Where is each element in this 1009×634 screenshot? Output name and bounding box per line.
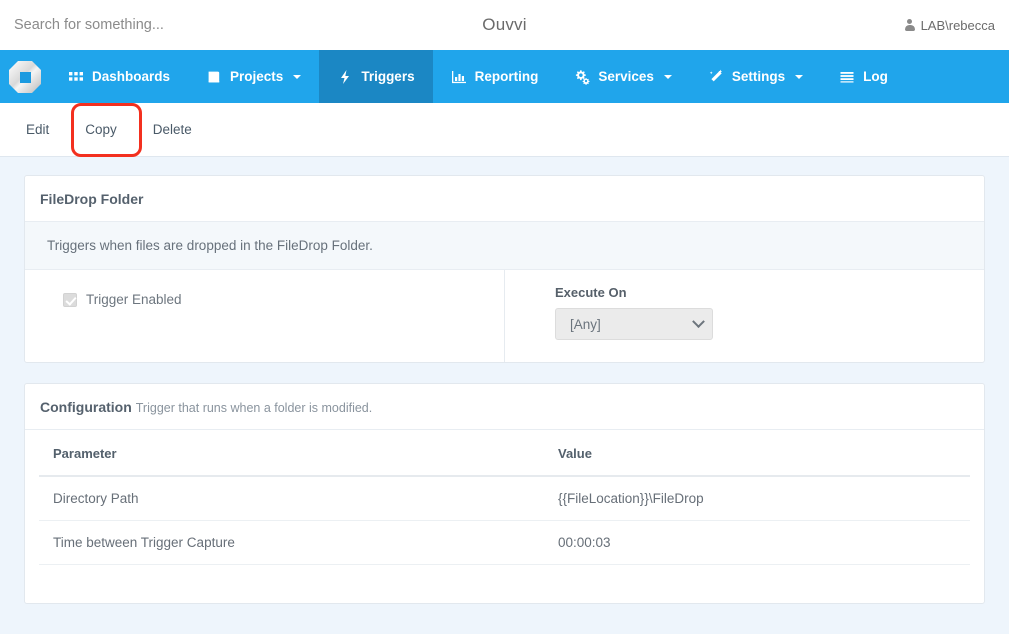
configuration-panel: Configuration Trigger that runs when a fo…	[24, 383, 985, 604]
nav-label-log: Log	[863, 69, 888, 84]
param-name-directory-path: Directory Path	[39, 476, 544, 521]
nav-label-settings: Settings	[731, 69, 786, 84]
user-menu[interactable]: LAB\rebecca	[904, 17, 995, 33]
param-value-directory-path: {{FileLocation}}\FileDrop	[544, 476, 970, 521]
edit-button[interactable]: Edit	[8, 103, 67, 157]
table-bottom-spacer	[25, 565, 984, 603]
trigger-panel-title: FileDrop Folder	[25, 176, 984, 222]
nav-label-reporting: Reporting	[474, 69, 539, 84]
execute-on-select[interactable]: [Any]	[555, 308, 713, 340]
user-name: LAB\rebecca	[920, 17, 995, 33]
lightning-bolt-icon	[337, 69, 353, 85]
param-value-time-between-trigger-capture: 00:00:03	[544, 520, 970, 565]
trigger-panel-body: Trigger Enabled Execute On [Any]	[25, 270, 984, 362]
trigger-panel-description: Triggers when files are dropped in the F…	[25, 222, 984, 270]
parameters-table-body: Directory Path {{FileLocation}}\FileDrop…	[39, 476, 970, 565]
trigger-enabled-column: Trigger Enabled	[25, 270, 505, 362]
action-bar: Edit Copy Delete	[0, 103, 1009, 157]
chevron-down-icon	[293, 74, 302, 79]
list-lines-icon	[839, 69, 855, 85]
table-header-row: Parameter Value	[39, 430, 970, 477]
chevron-down-icon	[663, 74, 672, 79]
page-content: FileDrop Folder Triggers when files are …	[0, 157, 1009, 604]
parameters-table-head: Parameter Value	[39, 430, 970, 477]
column-header-parameter: Parameter	[39, 430, 544, 477]
book-icon	[206, 69, 222, 85]
nav-label-dashboards: Dashboards	[92, 69, 171, 84]
configuration-title-text: Configuration	[40, 399, 132, 415]
main-navigation: Dashboards Projects Triggers Reporting S…	[0, 50, 1009, 103]
delete-button[interactable]: Delete	[135, 103, 210, 157]
configuration-panel-body: Parameter Value Directory Path {{FileLoc…	[25, 430, 984, 603]
gears-icon	[574, 69, 590, 85]
trigger-form-row: Trigger Enabled Execute On [Any]	[25, 270, 984, 362]
execute-on-label: Execute On	[555, 285, 627, 300]
nav-item-settings[interactable]: Settings	[690, 50, 821, 103]
trigger-enabled-label: Trigger Enabled	[86, 292, 182, 307]
configuration-subtitle: Trigger that runs when a folder is modif…	[135, 401, 373, 415]
top-bar: Ouvvi LAB\rebecca	[0, 0, 1009, 50]
user-icon	[904, 18, 915, 32]
bar-chart-icon	[451, 69, 467, 85]
nav-item-reporting[interactable]: Reporting	[433, 50, 557, 103]
trigger-panel: FileDrop Folder Triggers when files are …	[24, 175, 985, 363]
logo-container[interactable]	[0, 50, 50, 103]
nav-item-projects[interactable]: Projects	[188, 50, 319, 103]
param-name-time-between-trigger-capture: Time between Trigger Capture	[39, 520, 544, 565]
magic-wand-icon	[708, 69, 724, 85]
configuration-panel-title: Configuration Trigger that runs when a fo…	[25, 384, 984, 430]
table-row: Time between Trigger Capture 00:00:03	[39, 520, 970, 565]
chevron-down-icon	[692, 314, 705, 328]
nav-item-log[interactable]: Log	[821, 50, 906, 103]
nav-label-services: Services	[598, 69, 654, 84]
parameters-table: Parameter Value Directory Path {{FileLoc…	[39, 430, 970, 565]
column-header-value: Value	[544, 430, 970, 477]
nav-item-triggers[interactable]: Triggers	[319, 50, 433, 103]
ouvvi-logo-icon	[8, 60, 42, 94]
nav-label-projects: Projects	[230, 69, 284, 84]
execute-on-column: Execute On [Any]	[505, 270, 984, 362]
nav-item-services[interactable]: Services	[556, 50, 690, 103]
trigger-enabled-checkbox[interactable]	[63, 292, 77, 307]
chevron-down-icon	[795, 74, 804, 79]
search-input[interactable]	[12, 10, 342, 40]
nav-item-dashboards[interactable]: Dashboards	[50, 50, 188, 103]
copy-button[interactable]: Copy	[67, 103, 135, 157]
grid-icon	[68, 69, 84, 85]
nav-label-triggers: Triggers	[361, 69, 415, 84]
trigger-enabled-field[interactable]: Trigger Enabled	[63, 292, 504, 307]
execute-on-value: [Any]	[570, 316, 601, 332]
table-row: Directory Path {{FileLocation}}\FileDrop	[39, 476, 970, 521]
